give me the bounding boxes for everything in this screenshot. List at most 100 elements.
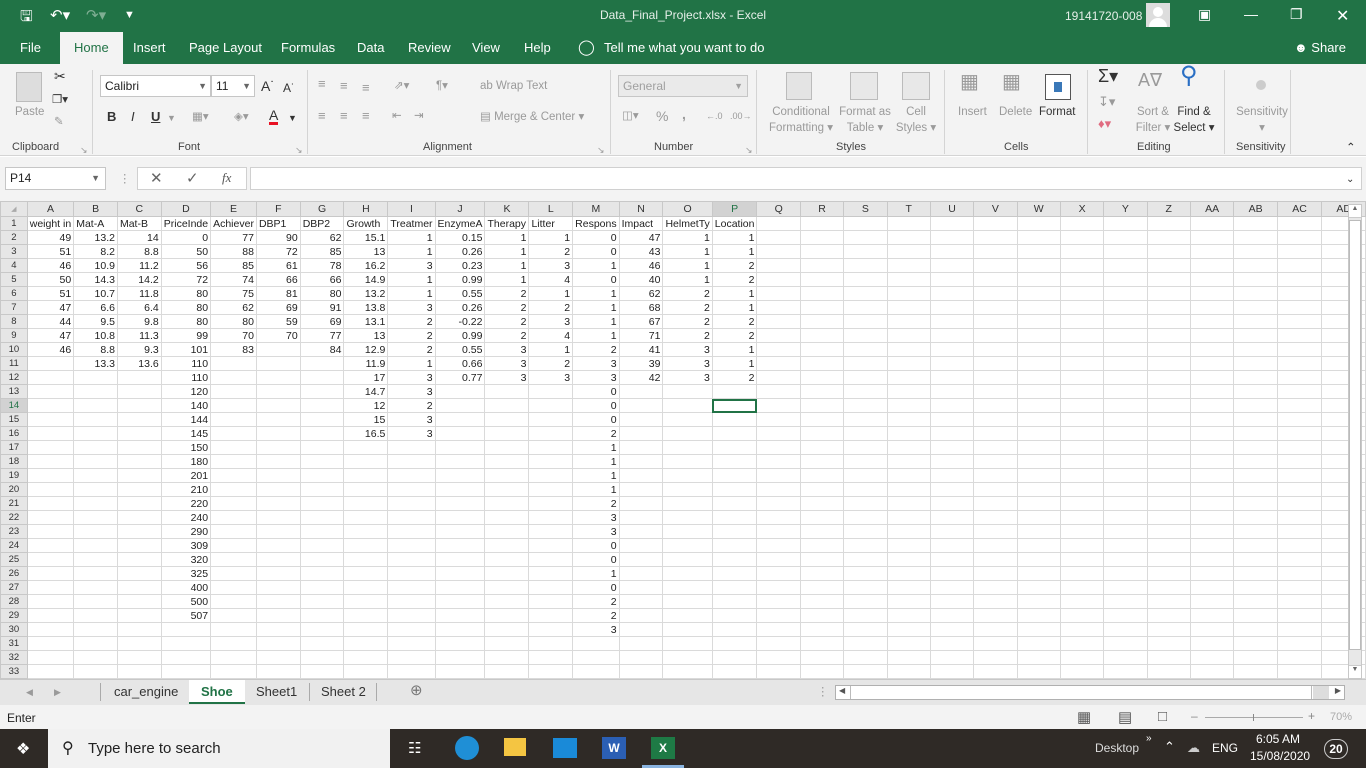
cell-t8[interactable] xyxy=(886,314,931,329)
cell-z10[interactable] xyxy=(1146,342,1191,357)
cell-y28[interactable] xyxy=(1103,594,1148,609)
tab-data[interactable]: Data xyxy=(357,32,384,64)
cell-c33[interactable] xyxy=(116,664,162,679)
cell-n25[interactable] xyxy=(618,552,664,567)
cell-c25[interactable] xyxy=(116,552,162,567)
cell-w33[interactable] xyxy=(1016,664,1061,679)
cell-m1[interactable]: Respons xyxy=(572,216,620,231)
cell-g29[interactable] xyxy=(299,608,345,623)
cell-ac21[interactable] xyxy=(1276,496,1323,511)
cell-s2[interactable] xyxy=(843,230,888,245)
cell-w21[interactable] xyxy=(1016,496,1061,511)
column-header-p[interactable]: P xyxy=(711,201,758,217)
cell-ac30[interactable] xyxy=(1276,622,1323,637)
column-header-ac[interactable]: AC xyxy=(1276,201,1323,217)
cell-h8[interactable]: 13.1 xyxy=(343,314,389,329)
cell-q28[interactable] xyxy=(756,594,801,609)
cell-q8[interactable] xyxy=(756,314,801,329)
cell-n5[interactable]: 40 xyxy=(618,272,664,287)
cell-x24[interactable] xyxy=(1059,538,1105,553)
cell-c5[interactable]: 14.2 xyxy=(116,272,162,287)
cell-m6[interactable]: 1 xyxy=(572,286,620,301)
find-select-button[interactable]: Find & Select ▾ xyxy=(1170,104,1218,136)
cell-y14[interactable] xyxy=(1103,398,1148,413)
cell-k7[interactable]: 2 xyxy=(484,300,530,315)
cell-v17[interactable] xyxy=(973,440,1018,455)
cell-h7[interactable]: 13.8 xyxy=(343,300,389,315)
cell-w29[interactable] xyxy=(1016,608,1061,623)
cell-k21[interactable] xyxy=(484,496,530,511)
cell-b18[interactable] xyxy=(73,454,118,469)
cell-s18[interactable] xyxy=(843,454,888,469)
cell-u2[interactable] xyxy=(929,230,975,245)
cell-k5[interactable]: 1 xyxy=(484,272,530,287)
cell-o29[interactable] xyxy=(662,608,713,623)
cell-m11[interactable]: 3 xyxy=(572,356,620,371)
cell-e31[interactable] xyxy=(210,636,257,651)
cell-c28[interactable] xyxy=(116,594,162,609)
cell-v32[interactable] xyxy=(973,650,1018,665)
cell-j15[interactable] xyxy=(434,412,486,427)
cell-b23[interactable] xyxy=(73,524,118,539)
cell-a2[interactable]: 49 xyxy=(26,230,75,245)
column-header-aa[interactable]: AA xyxy=(1189,201,1235,217)
cell-f10[interactable] xyxy=(255,342,301,357)
cell-u15[interactable] xyxy=(929,412,975,427)
cell-y15[interactable] xyxy=(1103,412,1148,427)
cell-aa25[interactable] xyxy=(1189,552,1235,567)
cell-y30[interactable] xyxy=(1103,622,1148,637)
cell-r8[interactable] xyxy=(799,314,845,329)
cell-y18[interactable] xyxy=(1103,454,1148,469)
cell-l26[interactable] xyxy=(528,566,574,581)
cell-m19[interactable]: 1 xyxy=(572,468,620,483)
cell-u23[interactable] xyxy=(929,524,975,539)
underline-dropdown-icon[interactable]: ▼ xyxy=(167,110,176,126)
network-icon[interactable]: ☁ xyxy=(1187,740,1200,756)
cell-t1[interactable] xyxy=(886,216,931,231)
cell-z18[interactable] xyxy=(1146,454,1191,469)
format-as-table-button[interactable]: Format as Table ▾ xyxy=(836,104,894,136)
cell-v1[interactable] xyxy=(973,216,1018,231)
cell-h28[interactable] xyxy=(343,594,389,609)
cell-i16[interactable]: 3 xyxy=(387,426,436,441)
cell-s12[interactable] xyxy=(843,370,888,385)
cell-r26[interactable] xyxy=(799,566,845,581)
cell-n9[interactable]: 71 xyxy=(618,328,664,343)
cell-s31[interactable] xyxy=(843,636,888,651)
cell-g16[interactable] xyxy=(299,426,345,441)
cell-m22[interactable]: 3 xyxy=(572,510,620,525)
cell-d12[interactable]: 110 xyxy=(160,370,212,385)
cell-aa11[interactable] xyxy=(1189,356,1235,371)
cell-ab17[interactable] xyxy=(1233,440,1278,455)
cell-l2[interactable]: 1 xyxy=(528,230,574,245)
cell-v33[interactable] xyxy=(973,664,1018,679)
cell-f21[interactable] xyxy=(255,496,301,511)
cell-ac14[interactable] xyxy=(1276,398,1323,413)
cell-w3[interactable] xyxy=(1016,244,1061,259)
cell-ab13[interactable] xyxy=(1233,384,1278,399)
column-header-w[interactable]: W xyxy=(1016,201,1061,217)
cell-z21[interactable] xyxy=(1146,496,1191,511)
cell-o19[interactable] xyxy=(662,468,713,483)
cell-ab12[interactable] xyxy=(1233,370,1278,385)
cell-w6[interactable] xyxy=(1016,286,1061,301)
cell-b27[interactable] xyxy=(73,580,118,595)
cell-k9[interactable]: 2 xyxy=(484,328,530,343)
cell-o31[interactable] xyxy=(662,636,713,651)
cell-f4[interactable]: 61 xyxy=(255,258,301,273)
cell-w30[interactable] xyxy=(1016,622,1061,637)
align-center-icon[interactable]: ≡ xyxy=(340,108,348,124)
cell-h26[interactable] xyxy=(343,566,389,581)
cell-g8[interactable]: 69 xyxy=(299,314,345,329)
cell-o9[interactable]: 2 xyxy=(662,328,713,343)
cell-ac16[interactable] xyxy=(1276,426,1323,441)
cell-ab26[interactable] xyxy=(1233,566,1278,581)
cell-a33[interactable] xyxy=(26,664,75,679)
cell-ac26[interactable] xyxy=(1276,566,1323,581)
format-cells-button[interactable]: Format xyxy=(1039,104,1075,120)
cell-o14[interactable] xyxy=(662,398,713,413)
cell-y23[interactable] xyxy=(1103,524,1148,539)
cell-s24[interactable] xyxy=(843,538,888,553)
cell-q20[interactable] xyxy=(756,482,801,497)
excel-icon[interactable]: X xyxy=(651,737,675,759)
